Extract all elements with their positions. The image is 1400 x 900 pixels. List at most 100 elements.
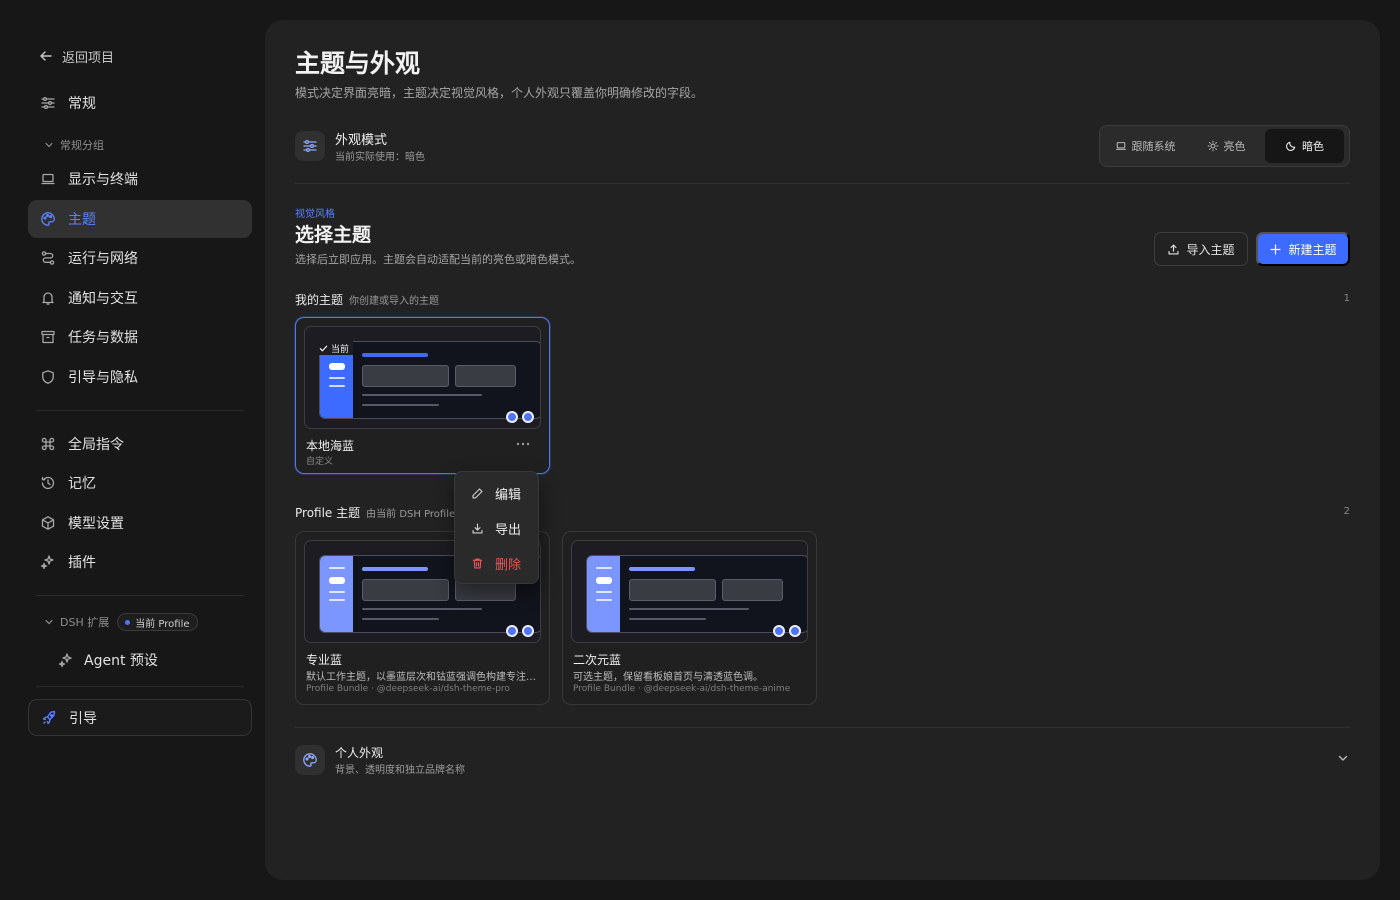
sidebar-divider — [36, 686, 244, 687]
theme-card-anime-blue[interactable]: 二次元蓝 可选主题，保留看板娘首页与清透蓝色调。 Profile Bundle … — [562, 531, 817, 705]
archive-icon — [41, 330, 55, 344]
preview-accent-bar — [629, 567, 695, 571]
personal-appearance-desc: 背景、透明度和独立品牌名称 — [335, 765, 465, 776]
menu-item-export[interactable]: 导出 — [459, 511, 534, 546]
sidebar-item-memory[interactable]: 记忆 — [28, 464, 252, 502]
sparkles-icon — [40, 555, 54, 570]
sidebar-item-general[interactable]: 常规 — [28, 84, 252, 122]
menu-item-label: 编辑 — [495, 488, 522, 503]
arrow-left-icon — [40, 51, 52, 61]
sparkles-icon — [58, 653, 72, 668]
choose-theme-desc: 选择后立即应用。主题会自动适配当前的亮色或暗色模式。 — [295, 253, 581, 266]
preview-block — [362, 579, 449, 601]
bell-icon — [42, 291, 54, 305]
pencil-icon — [472, 488, 483, 499]
sidebar-item-model-settings[interactable]: 模型设置 — [28, 504, 252, 542]
sidebar-item-global-instructions[interactable]: 全局指令 — [28, 425, 252, 463]
mode-option-light[interactable]: 亮色 — [1187, 129, 1265, 163]
sidebar-item-plugins[interactable]: 插件 — [28, 543, 252, 581]
guide-button-label: 引导 — [69, 710, 97, 727]
sidebar-group-label: 常规分组 — [60, 139, 104, 152]
profile-badge-label: 当前 Profile — [135, 618, 190, 630]
menu-item-label: 导出 — [495, 523, 522, 538]
theme-card-sub: 自定义 — [306, 457, 334, 467]
profile-themes-heading: Profile 主题 由当前 DSH Profile 提供 — [295, 504, 478, 521]
chevron-down-icon[interactable] — [1336, 751, 1350, 765]
sidebar-item-agent-preset[interactable]: Agent 预设 — [28, 642, 252, 678]
theme-card-name: 二次元蓝 — [573, 653, 622, 667]
mode-option-label: 跟随系统 — [1131, 140, 1176, 153]
menu-item-edit[interactable]: 编辑 — [459, 476, 534, 511]
appearance-mode-title: 外观模式 — [335, 133, 388, 148]
preview-line — [362, 618, 439, 620]
mode-option-system[interactable]: 跟随系统 — [1103, 129, 1187, 163]
theme-card-meta: Profile Bundle · @deepseek-ai/dsh-theme-… — [573, 684, 791, 694]
sidebar-item-label: 运行与网络 — [68, 251, 138, 267]
appearance-mode-desc: 当前实际使用：暗色 — [335, 152, 425, 163]
mode-option-dark[interactable]: 暗色 — [1265, 129, 1344, 163]
more-options-button[interactable] — [515, 438, 531, 450]
new-theme-button[interactable]: 新建主题 — [1256, 232, 1350, 266]
sidebar-item-label: 主题 — [68, 211, 96, 228]
my-themes-subtitle: 你创建或导入的主题 — [349, 296, 440, 307]
sidebar-divider — [36, 409, 244, 411]
sidebar-item-label: 记忆 — [68, 476, 96, 492]
back-to-project-link[interactable]: 返回项目 — [28, 36, 252, 76]
back-link-label: 返回项目 — [62, 50, 115, 66]
section-divider — [295, 727, 1350, 728]
preview-color-dots — [506, 411, 534, 423]
sidebar-item-notifications[interactable]: 通知与交互 — [28, 279, 252, 317]
upload-icon — [1168, 243, 1180, 255]
import-theme-button[interactable]: 导入主题 — [1154, 232, 1248, 266]
mode-option-label: 亮色 — [1223, 140, 1246, 153]
section-divider — [295, 183, 1350, 184]
profile-themes-count: 2 — [1343, 506, 1350, 517]
sidebar-item-runtime-network[interactable]: 运行与网络 — [28, 239, 252, 277]
sidebar-group-general[interactable]: 常规分组 — [28, 130, 252, 160]
chevron-down-icon — [45, 142, 53, 148]
personal-appearance-section[interactable]: 个人外观 背景、透明度和独立品牌名称 — [295, 744, 1350, 784]
sidebar-item-guide-privacy[interactable]: 引导与隐私 — [28, 358, 252, 396]
profile-themes-title: Profile 主题 — [295, 506, 361, 520]
theme-preview — [571, 540, 808, 643]
theme-settings-panel: 主题与外观 模式决定界面亮暗，主题决定视觉风格，个人外观只覆盖你明确修改的字段。… — [265, 20, 1380, 880]
sidebar-group-dsh-extension[interactable]: DSH 扩展 当前 Profile — [28, 610, 252, 634]
theme-preview: 当前 — [304, 326, 541, 429]
badge-dot — [125, 619, 131, 625]
sidebar-item-label: 通知与交互 — [68, 290, 138, 307]
cube-icon — [41, 515, 55, 530]
preview-line — [629, 618, 706, 620]
laptop-icon — [1115, 142, 1126, 150]
moon-icon — [1286, 141, 1296, 151]
current-theme-tag: 当前 — [317, 341, 354, 355]
sidebar-divider — [36, 595, 244, 596]
appearance-mode-section: 外观模式 当前实际使用：暗色 跟随系统 亮色 暗色 — [295, 125, 1350, 186]
preview-accent-bar — [362, 567, 428, 571]
new-theme-label: 新建主题 — [1288, 242, 1337, 257]
sliders-icon — [41, 96, 55, 110]
preview-line — [362, 394, 482, 396]
my-themes-count: 1 — [1343, 293, 1350, 304]
laptop-icon — [41, 173, 55, 185]
preview-color-dots — [506, 625, 534, 637]
preview-block — [455, 365, 516, 387]
my-themes-title: 我的主题 — [295, 293, 344, 307]
personal-appearance-icon-box — [295, 745, 325, 775]
appearance-mode-icon-box — [295, 131, 325, 161]
sidebar-item-tasks-data[interactable]: 任务与数据 — [28, 318, 252, 356]
theme-card-local-sea-blue[interactable]: 当前 本地海蓝 自定义 — [295, 317, 550, 474]
preview-sidebar — [587, 556, 620, 632]
preview-sidebar — [320, 556, 353, 632]
guide-button[interactable]: 引导 — [28, 699, 252, 736]
sidebar-item-theme[interactable]: 主题 — [28, 199, 252, 238]
sun-icon — [1207, 140, 1218, 152]
menu-item-delete[interactable]: 删除 — [459, 546, 534, 581]
sidebar-item-display[interactable]: 显示与终端 — [28, 160, 252, 198]
appearance-mode-segmented-control: 跟随系统 亮色 暗色 — [1099, 125, 1350, 167]
sliders-icon — [303, 139, 317, 153]
more-horizontal-icon — [516, 442, 530, 446]
personal-appearance-title: 个人外观 — [335, 746, 384, 760]
rocket-icon — [42, 710, 56, 724]
theme-card-name: 专业蓝 — [306, 653, 343, 667]
import-theme-label: 导入主题 — [1186, 242, 1235, 257]
